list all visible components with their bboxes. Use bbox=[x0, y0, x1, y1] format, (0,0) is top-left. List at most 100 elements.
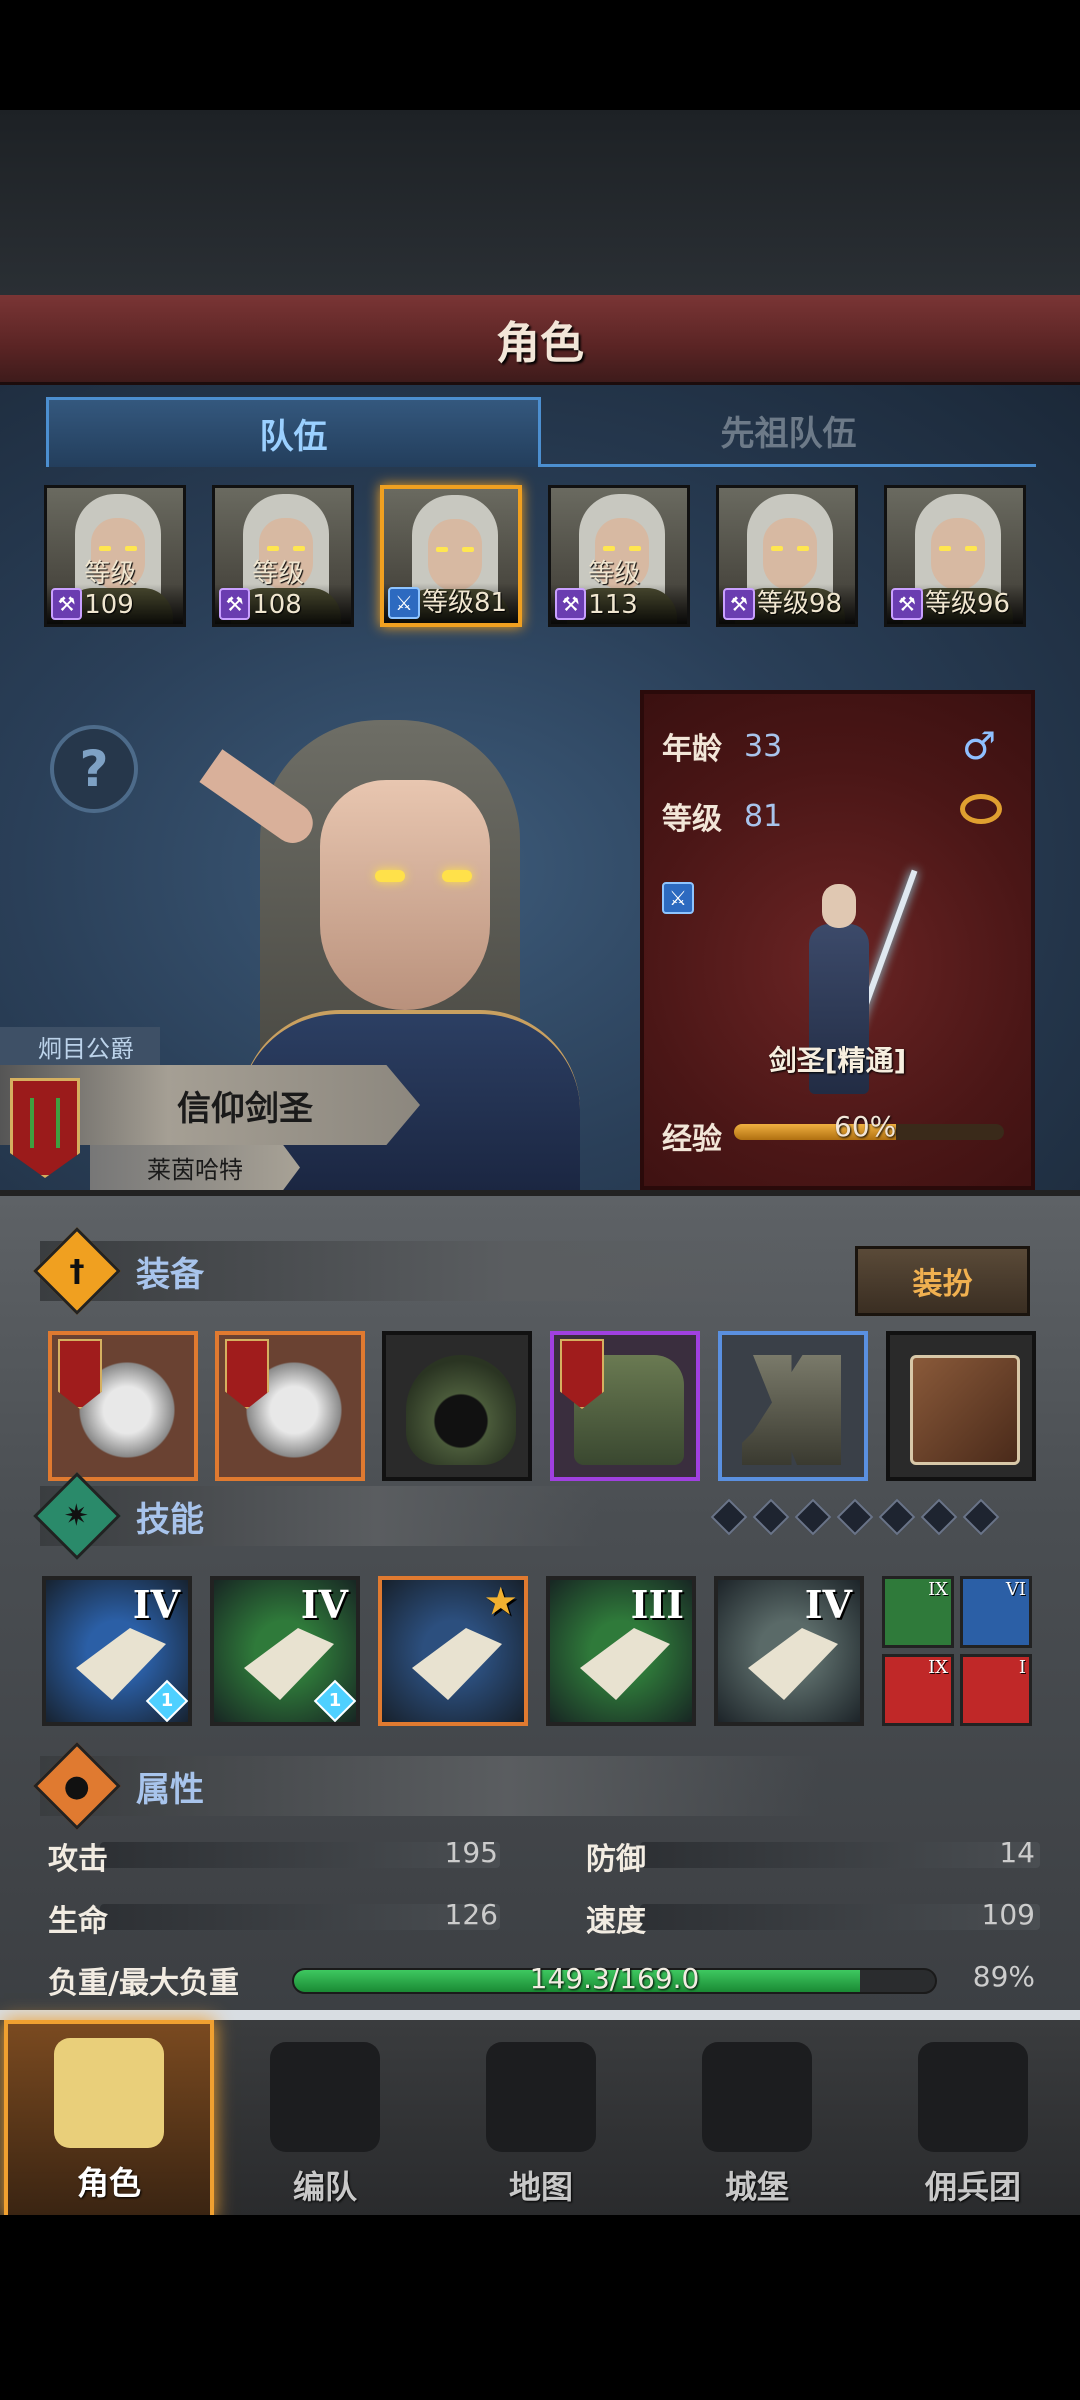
nav-item[interactable]: 佣兵团 bbox=[868, 2020, 1078, 2220]
passive-skill-slot[interactable]: IX bbox=[882, 1654, 954, 1726]
hero-level: 等级81 bbox=[422, 588, 508, 618]
hero-level: 等级113 bbox=[588, 559, 641, 620]
skill-slot-diamond-icon bbox=[794, 1498, 832, 1536]
hero-level: 等级109 bbox=[84, 559, 137, 620]
hero-title: 炯目公爵 bbox=[0, 1027, 160, 1065]
bottom-nav: 角色 编队 地图 城堡 佣兵团 bbox=[0, 2010, 1080, 2220]
skill-slot-diamond-icon bbox=[710, 1498, 748, 1536]
hero-eye bbox=[939, 546, 951, 551]
hp-label: 生命 bbox=[48, 1904, 108, 1939]
equipment-slot-axe[interactable] bbox=[215, 1331, 365, 1481]
equipment-header: † 装备 bbox=[33, 1227, 820, 1315]
skill-slot-diamond-icon bbox=[878, 1498, 916, 1536]
hero-level-row: ⚒ 等级108 bbox=[215, 559, 351, 624]
hero-slot[interactable]: ⚒ 等级96 bbox=[884, 485, 1026, 627]
hero-slot[interactable]: ⚒ 等级108 bbox=[212, 485, 354, 627]
level-label: 等级 bbox=[662, 802, 722, 837]
equipment-slot-boots[interactable] bbox=[718, 1331, 868, 1481]
hero-eye bbox=[125, 546, 137, 551]
skill-glyph-icon bbox=[244, 1628, 334, 1700]
attributes-section-icon: ● bbox=[33, 1742, 121, 1830]
class-name: 剑圣[精通] bbox=[768, 1044, 907, 1077]
nav-item[interactable]: 角色 bbox=[4, 2020, 214, 2220]
passive-skill-slot[interactable]: VI bbox=[960, 1576, 1032, 1648]
ring-icon[interactable] bbox=[960, 794, 1002, 824]
skill-slot[interactable]: IV bbox=[714, 1576, 864, 1726]
hero-level-row: ⚔ 等级81 bbox=[384, 583, 518, 623]
nav-item[interactable]: 城堡 bbox=[652, 2020, 862, 2220]
skill-slot[interactable]: IV 1 bbox=[42, 1576, 192, 1726]
equipment-slot-hood[interactable] bbox=[382, 1331, 532, 1481]
skill-slot-diamond-icon bbox=[962, 1498, 1000, 1536]
skills-header: ✷ 技能 bbox=[33, 1472, 600, 1560]
hood-icon bbox=[406, 1355, 516, 1465]
age-row: 年龄 33 bbox=[662, 724, 782, 768]
tab-team[interactable]: 队伍 bbox=[46, 397, 541, 467]
nav-label: 角色 bbox=[76, 2164, 141, 2202]
hero-face bbox=[428, 519, 482, 591]
dress-up-button[interactable]: 装扮 bbox=[855, 1246, 1030, 1316]
skill-rank: IX bbox=[928, 1579, 948, 1600]
banner-emblem-icon bbox=[30, 1098, 60, 1148]
formation-icon bbox=[270, 2042, 380, 2152]
skill-rank: IV bbox=[300, 1582, 348, 1627]
skill-slot[interactable]: III bbox=[546, 1576, 696, 1726]
equipment-slot-book[interactable] bbox=[886, 1331, 1036, 1481]
hero-slot[interactable]: ⚔ 等级81 bbox=[380, 485, 522, 627]
weight-value: 149.3/169.0 bbox=[529, 1962, 700, 1995]
portrait-eye bbox=[375, 870, 405, 882]
boots-icon bbox=[742, 1355, 841, 1465]
nav-label: 佣兵团 bbox=[924, 2168, 1021, 2206]
skill-slot[interactable]: IV 1 bbox=[210, 1576, 360, 1726]
nav-item[interactable]: 地图 bbox=[436, 2020, 646, 2220]
top-background bbox=[0, 110, 1080, 295]
class-figure bbox=[774, 864, 918, 1124]
skill-slot-diamond-icon bbox=[836, 1498, 874, 1536]
hero-level-row: ⚒ 等级96 bbox=[887, 584, 1023, 624]
attributes-title: 属性 bbox=[136, 1769, 204, 1810]
skill-slot[interactable]: ★ bbox=[378, 1576, 528, 1726]
hero-origin: 莱茵哈特 bbox=[90, 1145, 300, 1190]
passive-skill-slot[interactable]: IX bbox=[882, 1576, 954, 1648]
passive-skill-slot[interactable]: I bbox=[960, 1654, 1032, 1726]
speed-label: 速度 bbox=[586, 1904, 646, 1939]
equipment-section-icon: † bbox=[33, 1227, 121, 1315]
info-card: 年龄 33 ♂ 等级 81 ⚔ 剑圣[精通] 经验 60% bbox=[640, 690, 1035, 1190]
level-value: 81 bbox=[744, 798, 783, 834]
help-button[interactable]: ? bbox=[50, 725, 138, 813]
hero-slot[interactable]: ⚒ 等级98 bbox=[716, 485, 858, 627]
skill-glyph-icon bbox=[580, 1628, 670, 1700]
skill-slot-diamond-icon bbox=[920, 1498, 958, 1536]
hero-eye bbox=[293, 546, 305, 551]
attributes-header: ● 属性 bbox=[33, 1742, 820, 1830]
class-icon: ⚒ bbox=[555, 588, 587, 620]
weight-label: 负重/最大负重 bbox=[48, 1966, 239, 2001]
weight-percent: 89% bbox=[972, 1960, 1035, 1993]
defense-value: 14 bbox=[999, 1836, 1035, 1869]
class-icon: ⚔ bbox=[388, 587, 420, 619]
hero-slot[interactable]: ⚒ 等级113 bbox=[548, 485, 690, 627]
hero-slot[interactable]: ⚒ 等级109 bbox=[44, 485, 186, 627]
tab-ancestor-team[interactable]: 先祖队伍 bbox=[541, 397, 1036, 467]
equipment-slot-axe[interactable] bbox=[48, 1331, 198, 1481]
equipment-slot-armor[interactable] bbox=[550, 1331, 700, 1481]
age-label: 年龄 bbox=[662, 732, 722, 767]
hero-name[interactable]: 信仰剑圣 bbox=[120, 1075, 370, 1135]
portrait-face bbox=[320, 780, 490, 1010]
title-bar: 角色 bbox=[0, 295, 1080, 385]
status-bar-area bbox=[0, 0, 1080, 110]
class-sword-icon: ⚔ bbox=[662, 882, 694, 914]
hero-level-row: ⚒ 等级98 bbox=[719, 584, 855, 624]
hero-eye bbox=[462, 547, 474, 552]
castle-icon bbox=[702, 2042, 812, 2152]
skill-slot-diamond-icon bbox=[752, 1498, 790, 1536]
speed-value: 109 bbox=[981, 1898, 1035, 1931]
skill-rank: VI bbox=[1005, 1579, 1026, 1600]
hero-level: 等级96 bbox=[925, 589, 1011, 619]
nav-item[interactable]: 编队 bbox=[220, 2020, 430, 2220]
skill-rank: III bbox=[630, 1582, 684, 1627]
class-icon: ⚒ bbox=[219, 588, 251, 620]
hero-eye bbox=[603, 546, 615, 551]
hero-level-row: ⚒ 等级113 bbox=[551, 559, 687, 624]
male-gender-icon: ♂ bbox=[962, 724, 997, 768]
